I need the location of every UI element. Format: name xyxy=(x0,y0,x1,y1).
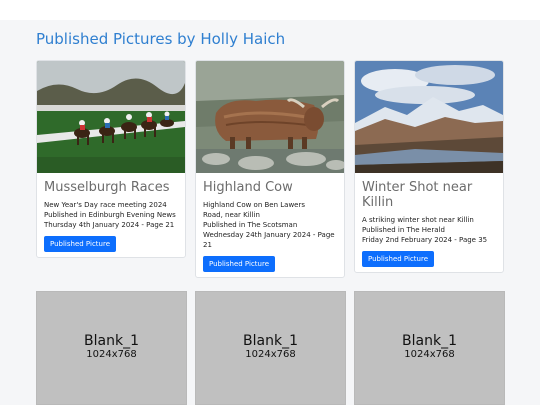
card-line: Thursday 4th January 2024 - Page 21 xyxy=(44,221,175,229)
placeholder-image[interactable]: Blank_1 1024x768 xyxy=(354,291,505,405)
card-line: Published in The Scotsman xyxy=(203,221,298,229)
winter-landscape-photo[interactable] xyxy=(355,61,503,173)
card-line: Published in Edinburgh Evening News xyxy=(44,211,176,219)
card-musselburgh-races: Musselburgh Races New Year's Day race me… xyxy=(36,60,186,258)
placeholder-size: 1024x768 xyxy=(245,349,296,360)
placeholder-image[interactable]: Blank_1 1024x768 xyxy=(36,291,187,405)
card-highland-cow: Highland Cow Highland Cow on Ben Lawers … xyxy=(195,60,345,278)
card-description: New Year's Day race meeting 2024 Publish… xyxy=(44,200,179,230)
placeholder-label: Blank_1 xyxy=(84,333,139,349)
card-winter-shot: Winter Shot near Killin A striking winte… xyxy=(354,60,504,273)
placeholder-size: 1024x768 xyxy=(86,349,137,360)
highland-cow-photo[interactable] xyxy=(196,61,344,173)
card-description: A striking winter shot near Killin Publi… xyxy=(362,215,497,245)
placeholder-label: Blank_1 xyxy=(402,333,457,349)
placeholder-size: 1024x768 xyxy=(404,349,455,360)
published-picture-button[interactable]: Published Picture xyxy=(362,251,434,267)
card-line: New Year's Day race meeting 2024 xyxy=(44,201,167,209)
card-line: A striking winter shot near Killin xyxy=(362,216,474,224)
card-title: Winter Shot near Killin xyxy=(362,180,473,210)
card-title: Highland Cow xyxy=(203,180,293,195)
card-line: Published in The Herald xyxy=(362,226,445,234)
placeholder-image[interactable]: Blank_1 1024x768 xyxy=(195,291,346,405)
card-line: Wednesday 24th January 2024 - Page 21 xyxy=(203,231,335,249)
race-horses-photo[interactable] xyxy=(37,61,185,173)
card-line: Friday 2nd February 2024 - Page 35 xyxy=(362,236,488,244)
card-description: Highland Cow on Ben Lawers Road, near Ki… xyxy=(203,200,338,250)
published-picture-button[interactable]: Published Picture xyxy=(44,236,116,252)
card-title: Musselburgh Races xyxy=(44,180,170,195)
placeholder-label: Blank_1 xyxy=(243,333,298,349)
published-picture-button[interactable]: Published Picture xyxy=(203,256,275,272)
card-line: Highland Cow on Ben Lawers Road, near Ki… xyxy=(203,201,306,219)
page-title: Published Pictures by Holly Haich xyxy=(36,30,286,48)
